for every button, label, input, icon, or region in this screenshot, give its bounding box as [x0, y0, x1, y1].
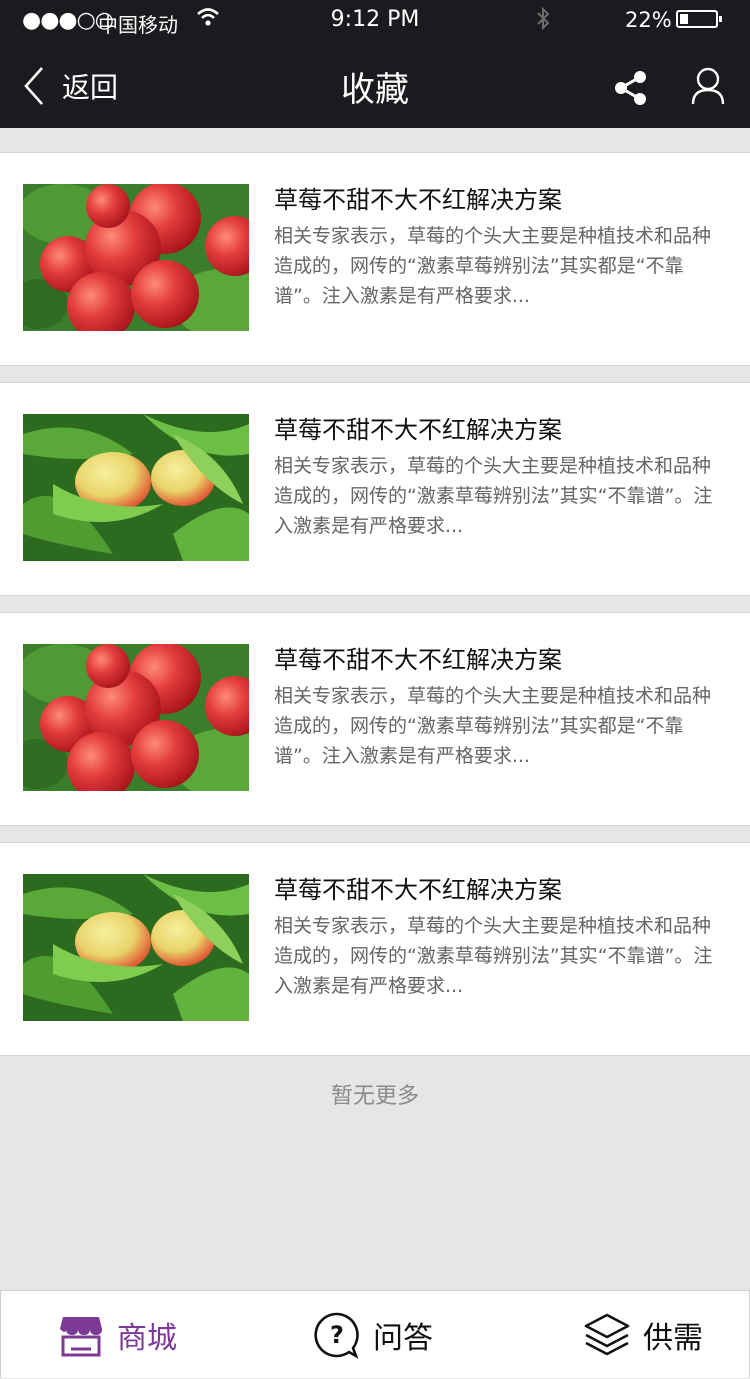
item-description: 相关专家表示，草莓的个头大主要是种植技术和品种造成的，网传的“激素草莓辨别法”其…: [274, 685, 712, 767]
battery-icon: [676, 10, 722, 28]
tab-label: 商城: [117, 1321, 177, 1356]
bluetooth-icon: [537, 6, 550, 31]
apples-image: [23, 184, 249, 331]
item-description: 相关专家表示，草莓的个头大主要是种植技术和品种造成的，网传的“激素草莓辨别法”其…: [274, 225, 712, 307]
tab-supply[interactable]: 供需: [583, 1291, 703, 1379]
tab-mall[interactable]: 商城: [57, 1291, 177, 1379]
item-thumbnail: [23, 644, 249, 791]
share-icon[interactable]: [612, 68, 650, 108]
store-icon: [60, 1317, 102, 1357]
list-item[interactable]: 草莓不甜不大不红解决方案 相关专家表示，草莓的个头大主要是种植技术和品种造成的，…: [0, 612, 750, 826]
item-description: 相关专家表示，草莓的个头大主要是种植技术和品种造成的，网传的“激素草莓辨别法”其…: [274, 455, 713, 537]
no-more-text: 暂无更多: [330, 1084, 419, 1109]
tab-qa[interactable]: ? 问答: [313, 1291, 433, 1379]
user-icon[interactable]: [690, 66, 726, 106]
item-thumbnail: [23, 414, 249, 561]
item-title: 草莓不甜不大不红解决方案: [274, 416, 562, 444]
svg-text:?: ?: [330, 1321, 344, 1349]
bottom-tab-bar: 商城 ? 问答 供需: [0, 1290, 750, 1378]
peaches-image: [23, 414, 249, 561]
question-bubble-icon: ?: [314, 1312, 359, 1359]
item-title: 草莓不甜不大不红解决方案: [274, 186, 562, 214]
status-bar: ●●●○○ 中国移动 9:12 PM 22%: [0, 0, 750, 40]
tab-label: 供需: [643, 1321, 703, 1356]
peaches-image: [23, 874, 249, 1021]
item-thumbnail: [23, 874, 249, 1021]
list-item[interactable]: 草莓不甜不大不红解决方案 相关专家表示，草莓的个头大主要是种植技术和品种造成的，…: [0, 842, 750, 1056]
favorites-list: 草莓不甜不大不红解决方案 相关专家表示，草莓的个头大主要是种植技术和品种造成的，…: [0, 152, 750, 1072]
item-title: 草莓不甜不大不红解决方案: [274, 646, 562, 674]
list-item[interactable]: 草莓不甜不大不红解决方案 相关专家表示，草莓的个头大主要是种植技术和品种造成的，…: [0, 152, 750, 366]
item-thumbnail: [23, 184, 249, 331]
battery-percent: 22%: [625, 8, 672, 32]
item-title: 草莓不甜不大不红解决方案: [274, 876, 562, 904]
tab-label: 问答: [373, 1321, 433, 1356]
nav-bar: 返回 收藏: [0, 40, 750, 128]
item-description: 相关专家表示，草莓的个头大主要是种植技术和品种造成的，网传的“激素草莓辨别法”其…: [274, 915, 713, 997]
layers-icon: [584, 1313, 630, 1356]
apples-image: [23, 644, 249, 791]
list-item[interactable]: 草莓不甜不大不红解决方案 相关专家表示，草莓的个头大主要是种植技术和品种造成的，…: [0, 382, 750, 596]
header: ●●●○○ 中国移动 9:12 PM 22% 返回 收藏: [0, 0, 750, 128]
